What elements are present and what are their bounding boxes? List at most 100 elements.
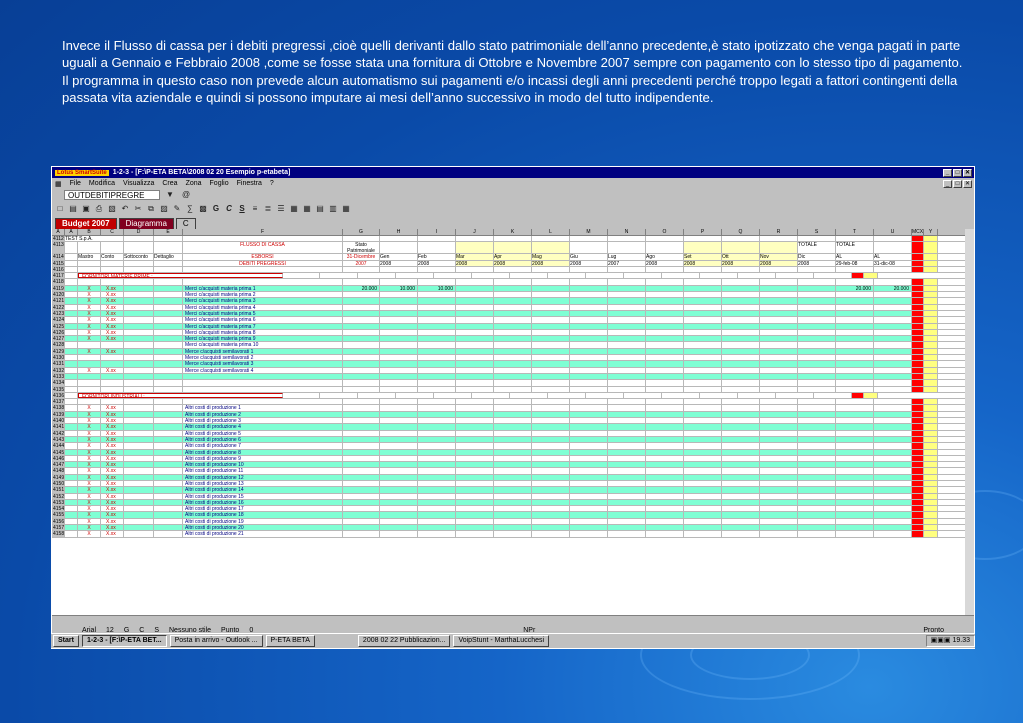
row-number[interactable]: 4112 xyxy=(52,236,65,242)
cell[interactable] xyxy=(380,386,418,392)
cell[interactable] xyxy=(722,474,760,480)
cell[interactable] xyxy=(124,304,154,310)
cell[interactable] xyxy=(494,518,532,525)
value-cell[interactable] xyxy=(418,424,456,430)
cell[interactable] xyxy=(570,480,608,487)
cell[interactable] xyxy=(924,430,938,436)
cell[interactable] xyxy=(124,525,154,531)
cell[interactable] xyxy=(586,273,624,279)
cell[interactable] xyxy=(570,430,608,436)
value-cell[interactable] xyxy=(836,499,874,506)
value-cell[interactable] xyxy=(343,405,380,411)
value-cell[interactable] xyxy=(343,443,380,449)
description-cell[interactable]: Altri costi di produzione 3 xyxy=(183,418,343,424)
mastro-cell[interactable] xyxy=(78,342,101,348)
cell[interactable] xyxy=(532,512,570,518)
value-cell[interactable] xyxy=(343,525,380,531)
description-cell[interactable]: Merce c/acquisti semilavorati 2 xyxy=(183,355,343,361)
value-cell[interactable] xyxy=(380,430,418,436)
value-cell[interactable]: 10.000 xyxy=(380,285,418,292)
cell[interactable] xyxy=(760,266,798,273)
copy-style-icon[interactable]: ✎ xyxy=(171,203,183,215)
cell[interactable] xyxy=(722,361,760,367)
value-cell[interactable] xyxy=(380,436,418,443)
preview-icon[interactable]: ▧ xyxy=(106,203,118,215)
cell[interactable] xyxy=(760,531,798,537)
cell[interactable] xyxy=(183,386,343,392)
cell[interactable] xyxy=(154,418,183,424)
cell[interactable] xyxy=(65,273,78,279)
cell[interactable] xyxy=(608,342,646,348)
cell[interactable] xyxy=(456,468,494,474)
conto-cell[interactable]: X.xx xyxy=(101,525,124,531)
app-menu-icon[interactable]: ▦ xyxy=(55,180,62,188)
description-cell[interactable]: Merce c/acquisti semilavorati 4 xyxy=(183,367,343,373)
cell[interactable] xyxy=(864,273,878,279)
description-cell[interactable]: Altri costi di produzione 4 xyxy=(183,424,343,430)
cell[interactable] xyxy=(154,525,183,531)
cell[interactable] xyxy=(154,260,183,266)
cell[interactable] xyxy=(380,236,418,242)
cell[interactable] xyxy=(532,525,570,531)
cell[interactable] xyxy=(154,455,183,462)
cell[interactable] xyxy=(912,531,924,537)
cell[interactable] xyxy=(494,512,532,518)
mastro-cell[interactable]: X xyxy=(78,424,101,430)
cell[interactable] xyxy=(65,525,78,531)
cell[interactable] xyxy=(494,292,532,298)
cell[interactable] xyxy=(760,336,798,342)
value-cell[interactable] xyxy=(874,304,912,310)
description-cell[interactable]: Altri costi di produzione 7 xyxy=(183,443,343,449)
column-header[interactable]: R xyxy=(760,229,798,235)
cell[interactable] xyxy=(380,399,418,405)
cell[interactable] xyxy=(586,392,624,399)
cell[interactable] xyxy=(65,424,78,430)
column-header[interactable]: A xyxy=(52,229,65,235)
cell[interactable] xyxy=(608,266,646,273)
cell[interactable] xyxy=(456,531,494,537)
cell[interactable] xyxy=(154,531,183,537)
value-cell[interactable] xyxy=(380,367,418,373)
cell[interactable] xyxy=(65,304,78,310)
print-icon[interactable]: ⎙ xyxy=(93,203,105,215)
cell[interactable] xyxy=(154,411,183,417)
cell[interactable] xyxy=(532,424,570,430)
mastro-cell[interactable]: X xyxy=(78,518,101,525)
row-number[interactable]: 4141 xyxy=(52,424,65,430)
cell[interactable] xyxy=(608,405,646,411)
cell[interactable] xyxy=(798,405,836,411)
cell[interactable] xyxy=(343,386,380,392)
cell[interactable] xyxy=(874,242,912,254)
cell[interactable] xyxy=(65,449,78,455)
cell[interactable] xyxy=(472,273,510,279)
cell[interactable] xyxy=(532,449,570,455)
cell[interactable] xyxy=(646,443,684,449)
value-cell[interactable] xyxy=(874,355,912,361)
cell[interactable] xyxy=(124,266,154,273)
cell[interactable] xyxy=(760,367,798,373)
value-cell[interactable] xyxy=(380,487,418,493)
cell[interactable] xyxy=(798,380,836,386)
column-header[interactable]: MCX xyxy=(912,229,924,235)
cell[interactable] xyxy=(608,399,646,405)
conto-cell[interactable]: X.xx xyxy=(101,512,124,518)
cell[interactable] xyxy=(646,348,684,354)
cell[interactable] xyxy=(722,424,760,430)
cell[interactable] xyxy=(646,361,684,367)
cell[interactable] xyxy=(722,480,760,487)
cell[interactable] xyxy=(798,512,836,518)
cell[interactable] xyxy=(608,474,646,480)
cell[interactable] xyxy=(924,279,938,285)
cell[interactable] xyxy=(154,443,183,449)
cell[interactable] xyxy=(912,317,924,323)
cell[interactable] xyxy=(154,373,183,380)
mastro-cell[interactable]: X xyxy=(78,310,101,317)
cell[interactable] xyxy=(494,405,532,411)
row-number[interactable]: 4114 xyxy=(52,254,65,260)
value-cell[interactable] xyxy=(418,493,456,499)
cell[interactable] xyxy=(760,298,798,304)
cell[interactable] xyxy=(912,418,924,424)
description-cell[interactable]: Altri costi di produzione 20 xyxy=(183,525,343,531)
value-cell[interactable] xyxy=(874,405,912,411)
cell[interactable] xyxy=(646,525,684,531)
